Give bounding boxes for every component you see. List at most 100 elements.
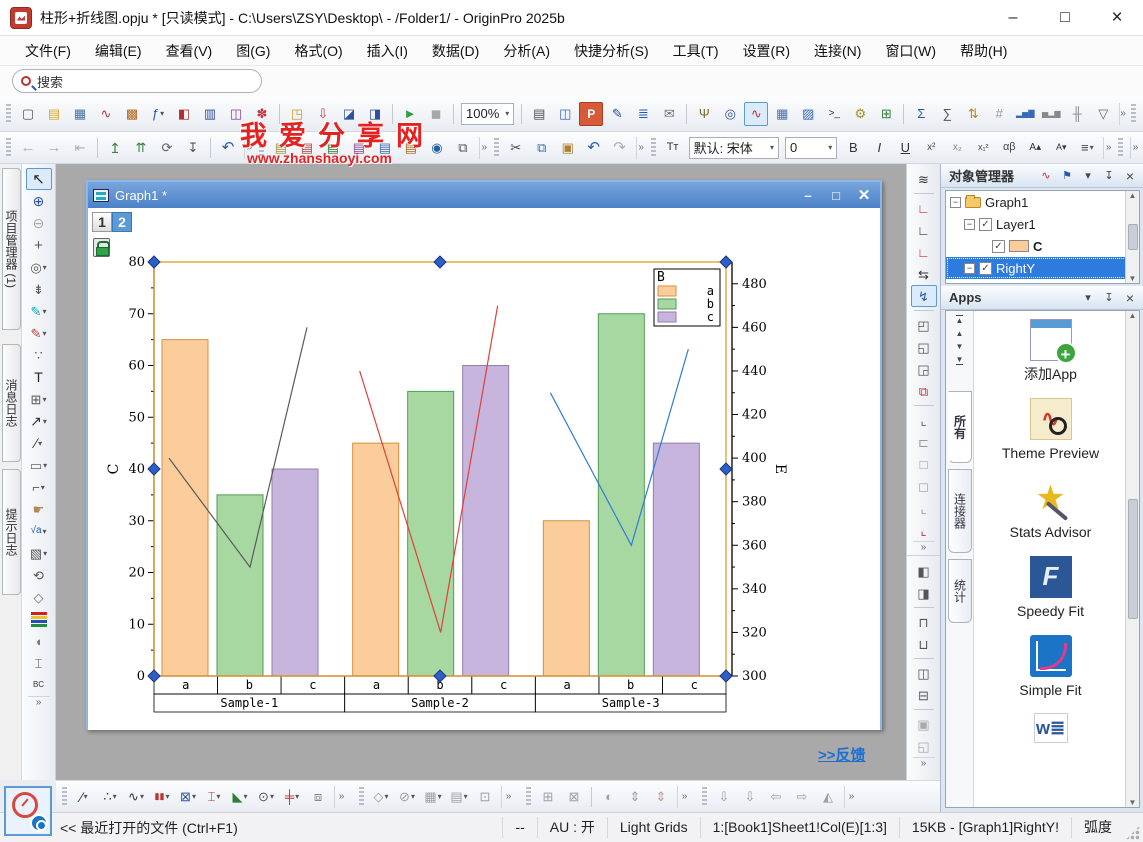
new-matrix[interactable]: ▩ (120, 102, 144, 126)
add-layer[interactable]: ◱ (911, 336, 937, 358)
graph-window-titlebar[interactable]: Graph1 * – □ ✕ (88, 182, 880, 208)
print[interactable]: ▤ (527, 102, 551, 126)
selection-handle[interactable] (148, 463, 160, 475)
cluster-tool[interactable]: ∵ (26, 344, 52, 366)
checkbox-icon[interactable]: ✓ (979, 262, 992, 275)
frame-axes-box[interactable]: □ (911, 453, 937, 475)
frame-axes-dotted[interactable]: ⊏ (911, 431, 937, 453)
annotation-tool[interactable]: ⊞▾ (26, 388, 52, 410)
exchange-xy-axis[interactable]: ⇆ (911, 263, 937, 285)
align-vertical-center[interactable]: ◫ (911, 662, 937, 684)
region-tool[interactable]: ◭ (816, 785, 840, 809)
plot-box-chart[interactable]: ╫ (1065, 102, 1089, 126)
tree-row-graph1[interactable]: − Graph1 (946, 191, 1139, 213)
panel-menu-icon[interactable]: ▾ (1079, 167, 1097, 185)
navigate-clear[interactable]: ⇤ (68, 136, 92, 160)
toolbar-overflow[interactable]: » (913, 541, 935, 553)
insert-object-tool[interactable]: BC (26, 674, 52, 696)
line-tool[interactable]: ∕▾ (26, 432, 52, 454)
column-plot[interactable]: ▮▮▾ (150, 785, 174, 809)
panel-menu-icon[interactable]: ▾ (1079, 289, 1097, 307)
send-email[interactable]: ✉ (657, 102, 681, 126)
new-folder[interactable]: ▤ (42, 102, 66, 126)
toolbar-overflow[interactable]: » (913, 757, 935, 769)
mask-toggle[interactable]: ◐ (597, 785, 621, 809)
mask-range[interactable]: ⊞ (536, 785, 560, 809)
menu-查看V[interactable]: 查看(V) (155, 37, 224, 65)
checkbox-icon[interactable]: ✓ (992, 240, 1005, 253)
scatter-plot[interactable]: ∴▾ (98, 785, 122, 809)
plot-histogram[interactable]: ▂▅▇ (1013, 102, 1037, 126)
add-new-columns[interactable]: ⊞ (874, 102, 898, 126)
toolbar-overflow[interactable]: » (479, 137, 489, 159)
bar-b-sample-2[interactable] (408, 391, 454, 676)
align-bottom[interactable]: ⊔ (911, 633, 937, 655)
remove-bad-points[interactable]: ⇩ (738, 785, 762, 809)
scroll-thumb[interactable] (1128, 499, 1138, 619)
distribute-vertical[interactable]: ◱ (911, 735, 937, 757)
add-axis-scale[interactable]: ∟ (911, 241, 937, 263)
apps-tab-all[interactable]: 所有 (948, 391, 972, 463)
plot-setup-icon[interactable]: ∿ (1037, 167, 1055, 185)
superscript[interactable]: x² (919, 136, 943, 160)
toolbar-overflow[interactable]: » (636, 137, 646, 159)
tree-row-layer1[interactable]: − ✓ Layer1 (946, 213, 1139, 235)
scroll-down-icon[interactable]: ▼ (956, 342, 964, 351)
selection-handle[interactable] (434, 256, 446, 268)
graph-chart[interactable]: 0102030405060708030032034036038040042044… (88, 208, 878, 728)
tree-row-plot-c[interactable]: ✓ C (946, 235, 1139, 257)
toolbar-overflow[interactable]: » (677, 786, 691, 808)
menu-工具T[interactable]: 工具(T) (662, 37, 730, 65)
new-graph[interactable]: ∿ (94, 102, 118, 126)
bold[interactable]: B (841, 136, 865, 160)
select-on-active-plot-tool[interactable]: ✎▾ (26, 300, 52, 322)
pin-icon[interactable]: ↧ (1100, 289, 1118, 307)
toolbar-grip[interactable] (651, 138, 656, 158)
menu-文件F[interactable]: 文件(F) (14, 37, 82, 65)
cut[interactable]: ✂ (504, 136, 528, 160)
tab-hint-log[interactable]: 提示日志 (2, 469, 21, 595)
data-filter[interactable]: ▽ (1091, 102, 1115, 126)
undo-navigation[interactable]: ↶ (216, 136, 240, 160)
3d-scatter-plot[interactable]: ◇▾ (369, 785, 393, 809)
decrease-font[interactable]: A▾ (1049, 136, 1073, 160)
statistics-on-columns[interactable]: Σ (909, 102, 933, 126)
add-import-files[interactable]: ⇈ (129, 136, 153, 160)
resize-grip[interactable] (1126, 826, 1140, 840)
selection-handle[interactable] (720, 463, 732, 475)
bar-b-sample-1[interactable] (217, 495, 263, 676)
graph-minimize-button[interactable]: – (795, 185, 821, 205)
line-symbol-plot[interactable]: ∿▾ (124, 785, 148, 809)
back[interactable]: ← (16, 136, 40, 160)
add-plot-icon[interactable]: ⚑ (1058, 167, 1076, 185)
app-item-speedy-fit[interactable]: F Speedy Fit (1001, 556, 1101, 621)
scroll-down-icon[interactable]: ▼ (1129, 798, 1137, 807)
bar-c-sample-1[interactable] (272, 469, 318, 676)
align-right[interactable]: ◨ (911, 582, 937, 604)
rescale-tool[interactable]: ≋ (911, 168, 937, 190)
distribute-horizontal[interactable]: ▣ (911, 713, 937, 735)
object-manager-scrollbar[interactable]: ▲ ▼ (1125, 191, 1139, 283)
polyline-tool[interactable]: ⌐▾ (26, 476, 52, 498)
scroll-up-icon[interactable]: ▲ (1129, 191, 1137, 200)
project-explorer[interactable]: Ψ (692, 102, 716, 126)
checkbox-icon[interactable]: ✓ (979, 218, 992, 231)
toolbar-grip[interactable] (1131, 104, 1136, 124)
color-palette-tool[interactable] (26, 608, 52, 630)
nudge-right[interactable]: ⇨ (790, 785, 814, 809)
frame-axes-open[interactable]: ◻ (911, 475, 937, 497)
font-size-select[interactable]: 0▾ (785, 137, 837, 159)
draw-data-tool[interactable]: ⇩ (712, 785, 736, 809)
redo[interactable]: ↷ (608, 136, 632, 160)
stock-plot[interactable]: ╪▾ (280, 785, 304, 809)
toolbar-overflow[interactable]: » (1130, 137, 1140, 159)
insert-box-tool[interactable]: ⌶ (26, 652, 52, 674)
unmask-range[interactable]: ⊠ (562, 785, 586, 809)
close-icon[interactable]: × (1121, 167, 1139, 185)
tab-project-manager[interactable]: 项目管理器 (1) (2, 168, 21, 330)
format-worksheet[interactable]: ▨ (796, 102, 820, 126)
mask-points-tool[interactable]: ✎▾ (26, 322, 52, 344)
edit-mode[interactable]: ✎ (605, 102, 629, 126)
selection-handle[interactable] (720, 256, 732, 268)
3d-surface-plot[interactable]: ⊘▾ (395, 785, 419, 809)
